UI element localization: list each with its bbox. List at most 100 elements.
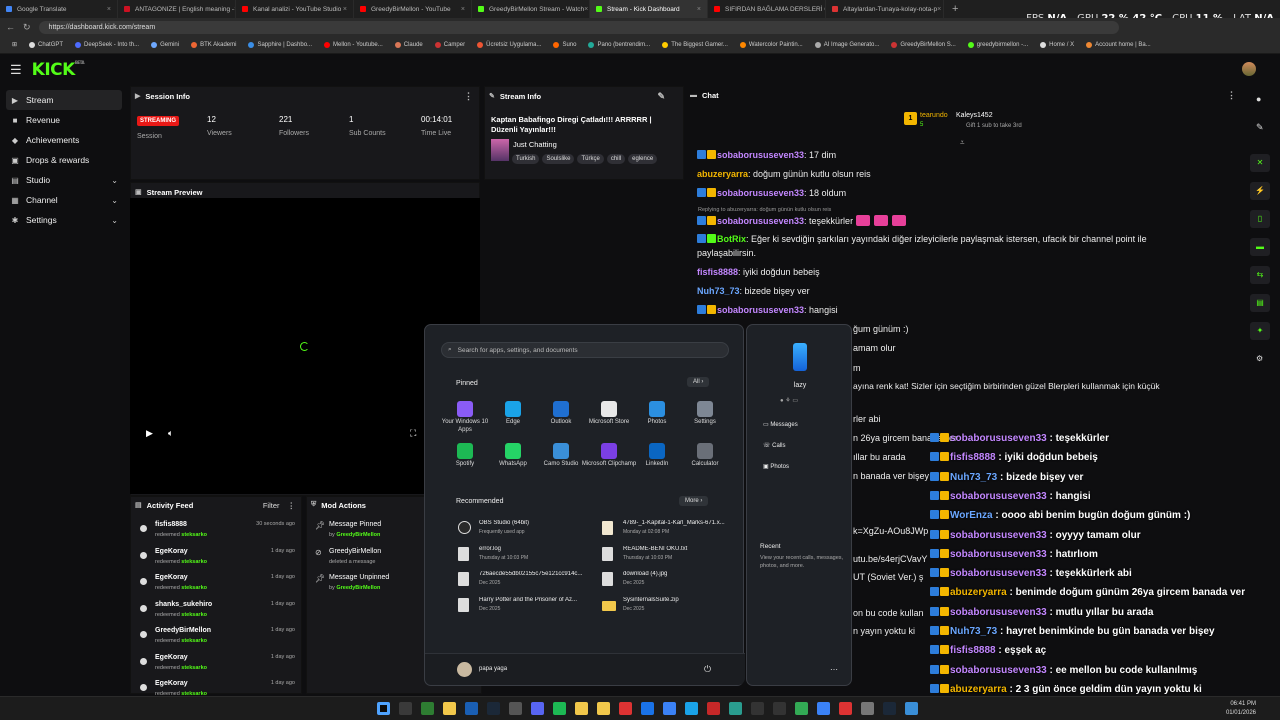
pinned-app[interactable]: Calculator — [675, 443, 735, 469]
browser-tab[interactable]: GreedyBirMellon - YouTube × — [354, 0, 472, 18]
start-search-input[interactable]: ⌕ Search for apps, settings, and document… — [441, 342, 729, 358]
activity-username[interactable]: shanks_sukehiro — [155, 601, 212, 608]
mod-action-user[interactable]: GreedyBirMellon — [336, 585, 380, 591]
kick-logo[interactable]: KICKBETA — [32, 60, 85, 80]
activity-username[interactable]: EgeKoray — [155, 680, 188, 687]
bookmark-item[interactable]: Home / X — [1034, 41, 1080, 48]
pinned-app[interactable]: Settings — [675, 401, 735, 427]
more-options-icon[interactable]: ⋮ — [464, 91, 473, 102]
location-icon[interactable] — [839, 702, 852, 715]
bookmark-item[interactable]: Gemini — [145, 41, 185, 48]
sidebar-item-revenue[interactable]: ■ Revenue — [6, 110, 122, 130]
steam-icon[interactable] — [883, 702, 896, 715]
opera-gx-icon[interactable] — [707, 702, 720, 715]
chrome-icon[interactable] — [641, 702, 654, 715]
bookmark-item[interactable]: GreedyBirMellon S... — [885, 41, 961, 48]
close-tab-icon[interactable]: × — [107, 6, 111, 13]
phone-link-photos[interactable]: ▣ Photos — [763, 463, 789, 470]
recommended-item[interactable]: SysinternalsSuite.zip Dec 2025 — [602, 597, 742, 617]
recommended-item[interactable]: README-BENI OKU.txt Thursday at 10:03 PM — [602, 546, 742, 566]
file-explorer-icon[interactable] — [443, 702, 456, 715]
user-avatar[interactable] — [1242, 62, 1256, 76]
volume-icon[interactable]: 🔈︎ — [168, 428, 173, 439]
chat-username[interactable]: Nuh73_73 — [697, 286, 740, 296]
more-options-icon[interactable]: ⋮ — [1227, 90, 1236, 101]
recommended-item[interactable]: OBS Studio (64bit) Frequently used app — [458, 520, 598, 540]
browser-tab[interactable]: GreedyBirMellon Stream - Watch × — [472, 0, 590, 18]
calculator-icon[interactable] — [509, 702, 522, 715]
rail-tool-3[interactable]: ▯ — [1250, 210, 1270, 228]
activity-username[interactable]: EgeKoray — [155, 654, 188, 661]
bookmark-item[interactable]: BTK Akademi — [185, 41, 242, 48]
rail-tool-7[interactable]: ✦ — [1250, 322, 1270, 340]
sidebar-item-channel[interactable]: ▦ Channel ⌄ — [6, 190, 122, 210]
activity-username[interactable]: EgeKoray — [155, 548, 188, 555]
sidebar-item-drops-rewards[interactable]: ▣ Drops & rewards — [6, 150, 122, 170]
bookmark-item[interactable]: Claude — [389, 41, 429, 48]
fullscreen-icon[interactable]: ⛶ — [410, 428, 416, 439]
chat-username[interactable]: fisfis8888 — [697, 267, 738, 277]
browser-tab[interactable]: ANTAGONIZE | English meaning -× — [118, 0, 236, 18]
rail-tool-5[interactable]: ⇆ — [1250, 266, 1270, 284]
activity-username[interactable]: fisfis8888 — [155, 521, 187, 528]
discord-icon[interactable] — [531, 702, 544, 715]
recommended-item[interactable]: 726aecde55db02155c75e121cc914c... Dec 202… — [458, 571, 598, 591]
rail-tool-1[interactable]: ✕ — [1250, 154, 1270, 172]
bookmark-item[interactable]: greedybirmellon -... — [962, 41, 1034, 48]
camera-icon[interactable] — [795, 702, 808, 715]
url-field[interactable]: https://dashboard.kick.com/stream — [38, 20, 1119, 34]
steam-icon[interactable] — [487, 702, 500, 715]
rail-tool-6[interactable]: ▤ — [1250, 294, 1270, 312]
xbox-icon[interactable] — [421, 702, 434, 715]
user-avatar[interactable] — [457, 662, 472, 677]
activity-username[interactable]: EgeKoray — [155, 574, 188, 581]
browser-tab[interactable]: Google Translate × — [0, 0, 118, 18]
stream-tag[interactable]: Soulslike — [542, 154, 575, 164]
bookmark-item[interactable]: ChatGPT — [23, 41, 69, 48]
phone-link-calls[interactable]: ☏ Calls — [763, 442, 786, 449]
menu-icon[interactable]: ☰ — [10, 62, 22, 78]
filter-button[interactable]: Filter — [263, 501, 280, 510]
settings-icon[interactable] — [861, 702, 874, 715]
edge-icon[interactable] — [685, 702, 698, 715]
close-tab-icon[interactable]: × — [461, 6, 465, 13]
spotify-icon[interactable] — [553, 702, 566, 715]
stream-tag[interactable]: chill — [606, 154, 626, 164]
chat-username[interactable]: sobaborususeven33 — [717, 305, 804, 315]
app-icon[interactable] — [751, 702, 764, 715]
bookmark-item[interactable]: Pano (bentrendim... — [582, 41, 656, 48]
sidebar-item-settings[interactable]: ✱ Settings ⌄ — [6, 210, 122, 230]
bookmark-item[interactable]: Account home | Ba... — [1080, 41, 1157, 48]
task-view-icon[interactable] — [399, 702, 412, 715]
bookmark-item[interactable]: Sapphire | Dashbo... — [242, 41, 318, 48]
system-clock[interactable]: 06:41 PM 01/01/2026 — [1226, 700, 1256, 718]
stream-tag[interactable]: Turkish — [512, 154, 540, 164]
vpn-icon[interactable] — [905, 702, 918, 715]
window-icon[interactable] — [773, 702, 786, 715]
recommended-item[interactable]: download (4).jpg Dec 2025 — [602, 571, 742, 591]
all-apps-button[interactable]: All › — [687, 377, 710, 387]
close-tab-icon[interactable]: × — [343, 6, 347, 13]
more-options-icon[interactable]: ⋯ — [830, 665, 838, 674]
bookmark-item[interactable]: AI Image Generato... — [809, 41, 886, 48]
recommended-item[interactable]: 4789-_1-Kapital-1-Karl_Marks-671.x... Mon… — [602, 520, 742, 540]
pencil-icon[interactable]: ✎ — [1256, 122, 1264, 133]
rail-tool-4[interactable]: ▬ — [1250, 238, 1270, 256]
rail-settings-icon[interactable]: ⚙ — [1256, 354, 1263, 363]
power-icon[interactable]: ⏻ — [704, 664, 711, 675]
chat-username[interactable]: abuzeryarra — [697, 169, 748, 179]
more-button[interactable]: More › — [679, 496, 709, 506]
word-icon[interactable] — [817, 702, 830, 715]
apps-grid-icon[interactable]: ⊞ — [6, 41, 23, 48]
chat-username[interactable]: sobaborususeven33 — [717, 188, 804, 198]
bookmark-item[interactable]: Watercolor Paintin... — [734, 41, 809, 48]
edit-icon[interactable]: ✎ — [657, 91, 665, 102]
chat-username[interactable]: sobaborususeven33 — [717, 150, 804, 160]
sidebar-item-achievements[interactable]: ◆ Achievements — [6, 130, 122, 150]
back-icon[interactable]: ← — [6, 22, 15, 32]
close-tab-icon[interactable]: × — [937, 6, 941, 13]
opera-icon[interactable] — [619, 702, 632, 715]
chat-username[interactable]: BotRix — [717, 234, 746, 244]
close-tab-icon[interactable]: × — [584, 6, 588, 13]
bookmark-item[interactable]: The Biggest Gamer... — [656, 41, 734, 48]
